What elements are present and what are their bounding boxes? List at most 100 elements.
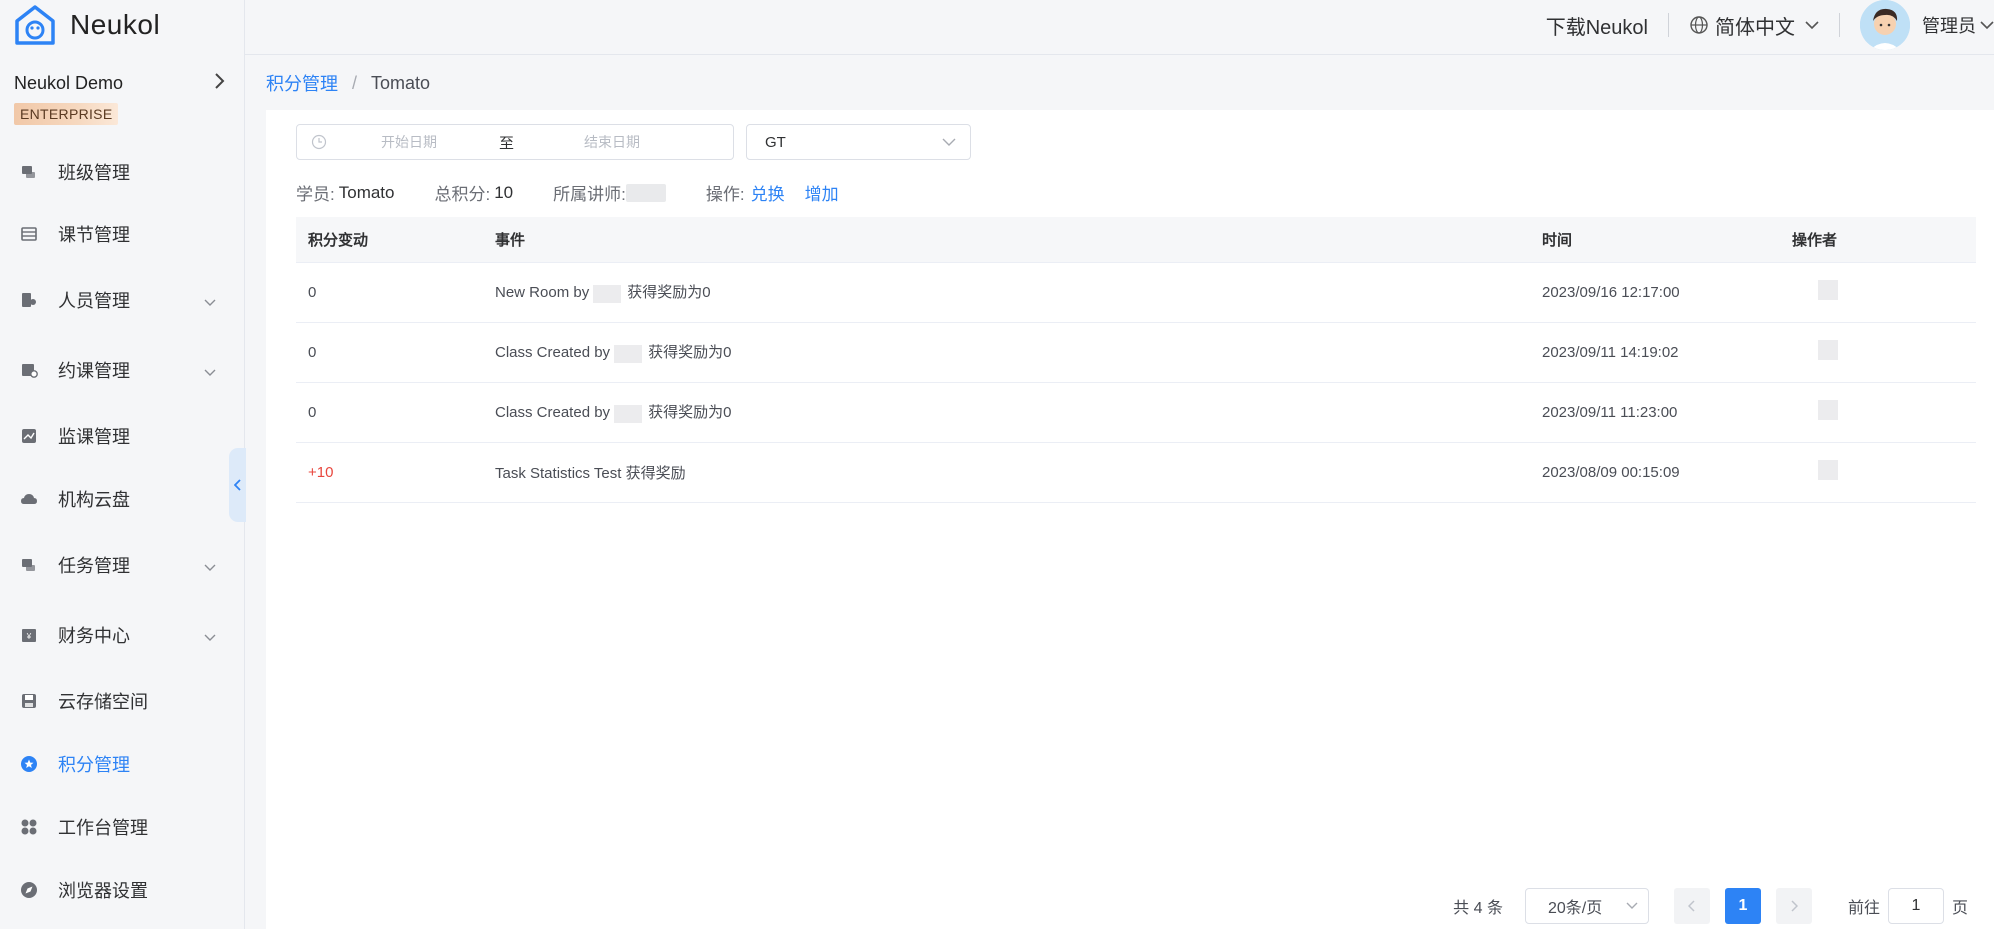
teacher-redacted — [625, 183, 666, 202]
event-reward-text: 获得奖励为0 — [627, 284, 711, 302]
sidebar-item-label: 浏览器设置 — [58, 881, 148, 901]
sidebar-item[interactable]: 课节管理 — [0, 212, 244, 256]
user-menu[interactable]: 管理员 — [1922, 12, 1994, 38]
column-header: 时间 — [1530, 217, 1780, 263]
avatar[interactable] — [1860, 0, 1910, 50]
class-icon — [20, 163, 38, 181]
event-reward-text: 获得奖励为0 — [648, 344, 732, 362]
sidebar-item-label: 监课管理 — [58, 427, 130, 447]
event-cell: New Room by 获得奖励为0 — [483, 262, 1530, 323]
next-page-button[interactable] — [1775, 888, 1812, 924]
goto-page-input[interactable]: 1 — [1887, 888, 1944, 924]
chevron-down-icon — [942, 138, 956, 146]
page-size-select[interactable]: 20条/页 — [1524, 888, 1649, 924]
student-info: 学员: Tomato 总积分: 10 所属讲师: 操作: 兑换 增加 — [296, 180, 879, 205]
chevron-right-icon — [214, 70, 226, 96]
sidebar: Neukol Neukol Demo ENTERPRISE 班级管理 课节管理 人员… — [0, 0, 246, 929]
total-label: 总积分: — [434, 185, 491, 204]
chevron-down-icon — [204, 626, 216, 647]
sidebar-item[interactable]: 工作台管理 — [0, 805, 244, 849]
sidebar-item-label: 任务管理 — [58, 556, 130, 576]
cloud-icon — [20, 490, 38, 508]
event-time: 2023/08/09 00:15:09 — [1530, 442, 1780, 503]
table-body: 0 New Room by 获得奖励为0 2023/09/16 12:17:00 0 Cl… — [296, 262, 1976, 503]
sidebar-item-label: 约课管理 — [58, 361, 130, 381]
sidebar-item[interactable]: 人员管理 — [0, 278, 244, 322]
points-change: +10 — [296, 442, 483, 503]
booking-icon — [20, 361, 38, 379]
points-change: 0 — [296, 262, 483, 323]
lesson-icon — [20, 225, 38, 243]
table-header-row: 积分变动 事件 时间 操作者 — [296, 217, 1976, 263]
app-name: Neukol — [70, 9, 161, 40]
goto-label: 前往 — [1847, 900, 1880, 917]
sidebar-item-label: 积分管理 — [58, 755, 130, 775]
event-time: 2023/09/16 12:17:00 — [1530, 262, 1780, 323]
event-cell: Class Created by 获得奖励为0 — [483, 382, 1530, 443]
range-separator: 至 — [499, 134, 515, 152]
collapse-sidebar-button[interactable] — [229, 448, 246, 522]
sidebar-item[interactable]: 任务管理 — [0, 543, 244, 587]
chevron-down-icon — [204, 556, 216, 577]
table-row: +10 Task Statistics Test 获得奖励 2023/08/09 0… — [296, 442, 1976, 503]
language-label: 简体中文 — [1715, 16, 1795, 39]
event-time: 2023/09/11 14:19:02 — [1530, 322, 1780, 383]
event-cell: Class Created by 获得奖励为0 — [483, 322, 1530, 383]
finance-icon: ¥ — [20, 626, 38, 644]
sidebar-item[interactable]: ¥ 财务中心 — [0, 613, 244, 657]
chevron-down-icon — [204, 291, 216, 312]
language-switcher[interactable]: 简体中文 — [1689, 11, 1819, 40]
column-header: 事件 — [483, 217, 1530, 263]
task-icon — [20, 556, 38, 574]
download-link[interactable]: 下载Neukol — [1546, 11, 1648, 40]
event-reward-text: 获得奖励为0 — [648, 404, 732, 422]
sidebar-item[interactable]: 机构云盘 — [0, 477, 244, 521]
storage-icon — [20, 692, 38, 710]
svg-text:¥: ¥ — [26, 632, 32, 641]
operator-cell — [1780, 322, 1976, 383]
people-icon — [20, 291, 38, 309]
column-header: 操作者 — [1780, 217, 1976, 263]
event-text: Task Statistics Test 获得奖励 — [495, 464, 686, 482]
goto-page: 前往 1 页 — [1848, 888, 1968, 924]
total-points: 10 — [494, 182, 514, 202]
action-label: 操作: — [705, 185, 745, 204]
add-points-button[interactable]: 增加 — [805, 180, 839, 205]
divider — [1668, 13, 1669, 37]
main-panel: 开始日期 至 结束日期 GT 学员: Tomato 总积分: 10 所属讲师: … — [266, 110, 1994, 929]
app-logo-icon — [12, 2, 58, 48]
event-cell: Task Statistics Test 获得奖励 — [483, 442, 1530, 503]
sidebar-item[interactable]: 约课管理 — [0, 348, 244, 392]
student-group: 学员: Tomato — [296, 180, 394, 205]
sidebar-item[interactable]: 班级管理 — [0, 150, 244, 194]
logo-row: Neukol — [0, 0, 244, 50]
total-group: 总积分: 10 — [434, 180, 513, 205]
exchange-button[interactable]: 兑换 — [751, 180, 785, 205]
start-date-input[interactable]: 开始日期 — [381, 132, 437, 152]
event-text: Class Created by — [495, 344, 611, 362]
divider — [1839, 13, 1840, 37]
points-table: 积分变动 事件 时间 操作者 0 New Room by 获得奖励为0 2023/09… — [296, 217, 1976, 503]
chevron-down-icon — [1626, 902, 1638, 909]
prev-page-button[interactable] — [1673, 888, 1710, 924]
redacted-operator — [1818, 280, 1838, 300]
sidebar-item[interactable]: 云存储空间 — [0, 679, 244, 723]
event-time: 2023/09/11 11:23:00 — [1530, 382, 1780, 443]
org-switcher[interactable]: Neukol Demo — [0, 50, 244, 96]
sidebar-item[interactable]: 浏览器设置 — [0, 868, 244, 912]
breadcrumb-parent[interactable]: 积分管理 — [266, 70, 338, 96]
monitor-icon — [20, 427, 38, 445]
event-text: New Room by — [495, 284, 590, 302]
filter-row: 开始日期 至 结束日期 GT — [296, 124, 971, 160]
sidebar-item[interactable]: 积分管理 — [0, 742, 244, 786]
chevron-down-icon — [1980, 21, 1994, 30]
compass-icon — [20, 881, 38, 899]
date-range-picker[interactable]: 开始日期 至 结束日期 — [296, 124, 734, 160]
operator-cell — [1780, 382, 1976, 443]
sidebar-item[interactable]: 监课管理 — [0, 414, 244, 458]
filter-select[interactable]: GT — [746, 124, 971, 160]
filter-select-value: GT — [765, 133, 786, 151]
page-number[interactable]: 1 — [1724, 888, 1761, 924]
end-date-input[interactable]: 结束日期 — [584, 132, 640, 152]
breadcrumb-current: Tomato — [371, 72, 431, 93]
